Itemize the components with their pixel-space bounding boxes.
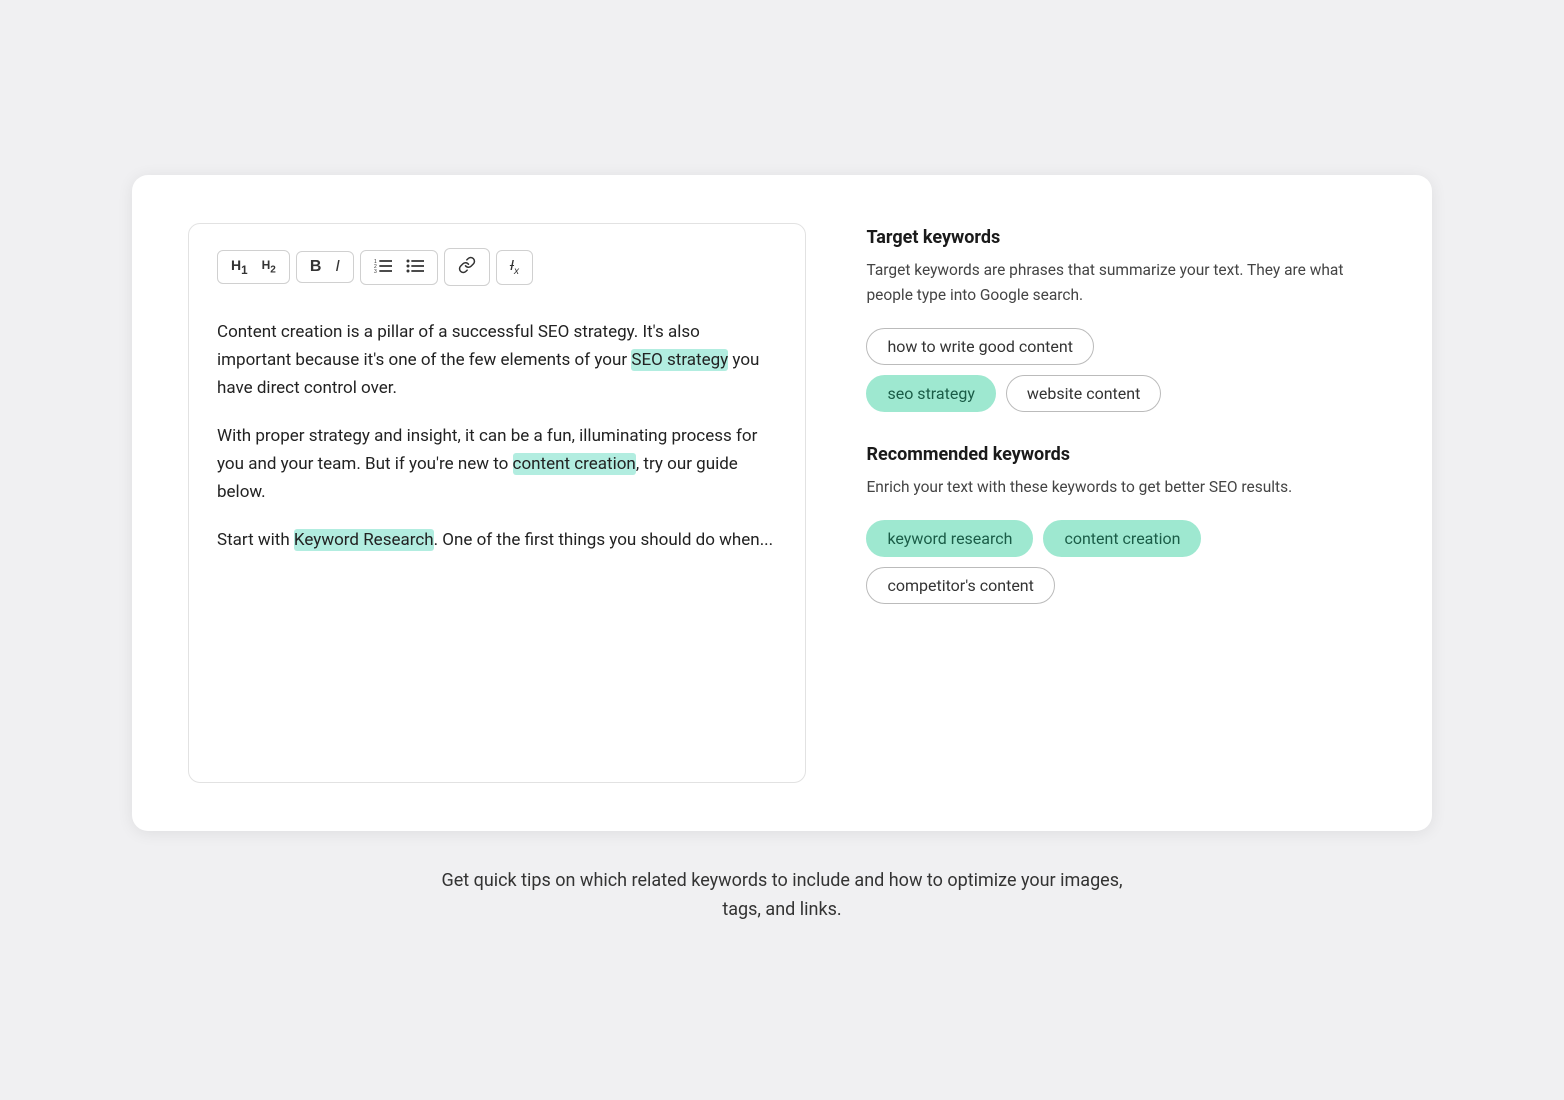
main-card: H1 H2 B I 1 2 3	[132, 175, 1432, 831]
h2-button[interactable]: H2	[257, 256, 281, 278]
editor-paragraph-1: Content creation is a pillar of a succes…	[217, 318, 777, 402]
tag-website-content[interactable]: website content	[1006, 375, 1161, 412]
unordered-list-button[interactable]	[401, 255, 429, 280]
editor-paragraph-2: With proper strategy and insight, it can…	[217, 422, 777, 506]
target-keywords-section: Target keywords Target keywords are phra…	[866, 227, 1376, 412]
editor-toolbar: H1 H2 B I 1 2 3	[217, 248, 777, 290]
link-group	[444, 248, 490, 286]
bottom-text: Get quick tips on which related keywords…	[432, 867, 1132, 925]
recommended-keywords-tags-row-2: competitor's content	[866, 567, 1376, 604]
bold-button[interactable]: B	[305, 256, 327, 278]
recommended-keywords-section: Recommended keywords Enrich your text wi…	[866, 444, 1376, 604]
keyword-research-highlight: Keyword Research	[294, 529, 434, 551]
keywords-panel: Target keywords Target keywords are phra…	[866, 223, 1376, 613]
heading-group: H1 H2	[217, 250, 290, 284]
tag-keyword-research[interactable]: keyword research	[866, 520, 1033, 557]
tag-competitors-content[interactable]: competitor's content	[866, 567, 1054, 604]
recommended-keywords-title: Recommended keywords	[866, 444, 1376, 465]
tag-how-to-write-good-content[interactable]: how to write good content	[866, 328, 1093, 365]
list-group: 1 2 3	[360, 250, 438, 285]
recommended-keywords-desc: Enrich your text with these keywords to …	[866, 475, 1376, 500]
clear-group: Ix	[496, 250, 533, 285]
tag-seo-strategy[interactable]: seo strategy	[866, 375, 995, 412]
target-keywords-desc: Target keywords are phrases that summari…	[866, 258, 1376, 308]
content-creation-highlight: content creation	[513, 453, 636, 475]
recommended-keywords-tags-row-1: keyword research content creation	[866, 520, 1376, 557]
ordered-list-button[interactable]: 1 2 3	[369, 255, 397, 280]
clear-format-button[interactable]: Ix	[505, 255, 524, 280]
svg-text:3: 3	[374, 269, 377, 274]
tag-content-creation[interactable]: content creation	[1043, 520, 1201, 557]
target-keywords-tags-row-2: seo strategy website content	[866, 375, 1376, 412]
seo-strategy-highlight: SEO strategy	[631, 349, 728, 371]
h1-button[interactable]: H1	[226, 255, 253, 279]
editor-paragraph-3: Start with Keyword Research. One of the …	[217, 526, 777, 554]
editor-content[interactable]: Content creation is a pillar of a succes…	[217, 318, 777, 554]
editor-panel: H1 H2 B I 1 2 3	[188, 223, 806, 783]
link-button[interactable]	[453, 253, 481, 281]
target-keywords-tags-row-1: how to write good content	[866, 328, 1376, 365]
format-group: B I	[296, 251, 354, 283]
target-keywords-title: Target keywords	[866, 227, 1376, 248]
italic-button[interactable]: I	[330, 256, 344, 278]
